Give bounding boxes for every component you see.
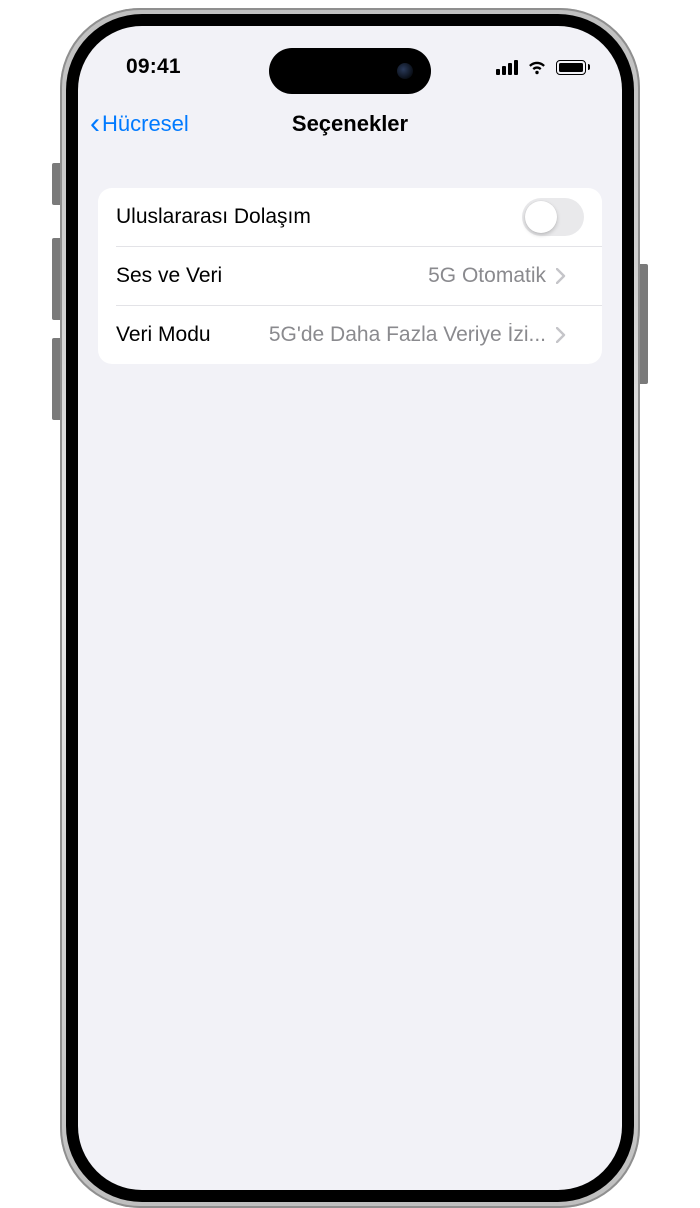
- back-button[interactable]: ‹ Hücresel: [90, 109, 189, 139]
- back-button-label: Hücresel: [102, 111, 189, 137]
- chevron-right-icon: [556, 268, 566, 284]
- settings-group: Uluslararası Dolaşım Ses ve Veri 5G Otom…: [98, 188, 602, 364]
- content-area: Uluslararası Dolaşım Ses ve Veri 5G Otom…: [78, 152, 622, 364]
- screen: 09:41: [78, 26, 622, 1190]
- status-time: 09:41: [126, 55, 181, 79]
- chevron-left-icon: ‹: [90, 109, 100, 139]
- battery-icon: [556, 60, 590, 75]
- wifi-icon: [526, 59, 548, 75]
- page-title: Seçenekler: [292, 111, 408, 137]
- roaming-toggle[interactable]: [522, 198, 584, 236]
- row-label: Veri Modu: [116, 323, 211, 347]
- front-camera-icon: [397, 63, 413, 79]
- chevron-right-icon: [556, 327, 566, 343]
- dynamic-island: [269, 48, 431, 94]
- status-indicators: [496, 59, 590, 75]
- row-voice-and-data[interactable]: Ses ve Veri 5G Otomatik: [116, 246, 602, 305]
- device-frame: 09:41: [30, 8, 670, 808]
- toggle-knob: [525, 201, 557, 233]
- navigation-bar: ‹ Hücresel Seçenekler: [78, 96, 622, 152]
- row-value: 5G Otomatik: [428, 264, 546, 288]
- row-international-roaming: Uluslararası Dolaşım: [98, 188, 602, 246]
- cellular-signal-icon: [496, 60, 518, 75]
- row-value: 5G'de Daha Fazla Veriye İzi...: [269, 323, 546, 347]
- row-data-mode[interactable]: Veri Modu 5G'de Daha Fazla Veriye İzi...: [116, 305, 602, 364]
- row-label: Ses ve Veri: [116, 264, 222, 288]
- row-label: Uluslararası Dolaşım: [116, 205, 311, 229]
